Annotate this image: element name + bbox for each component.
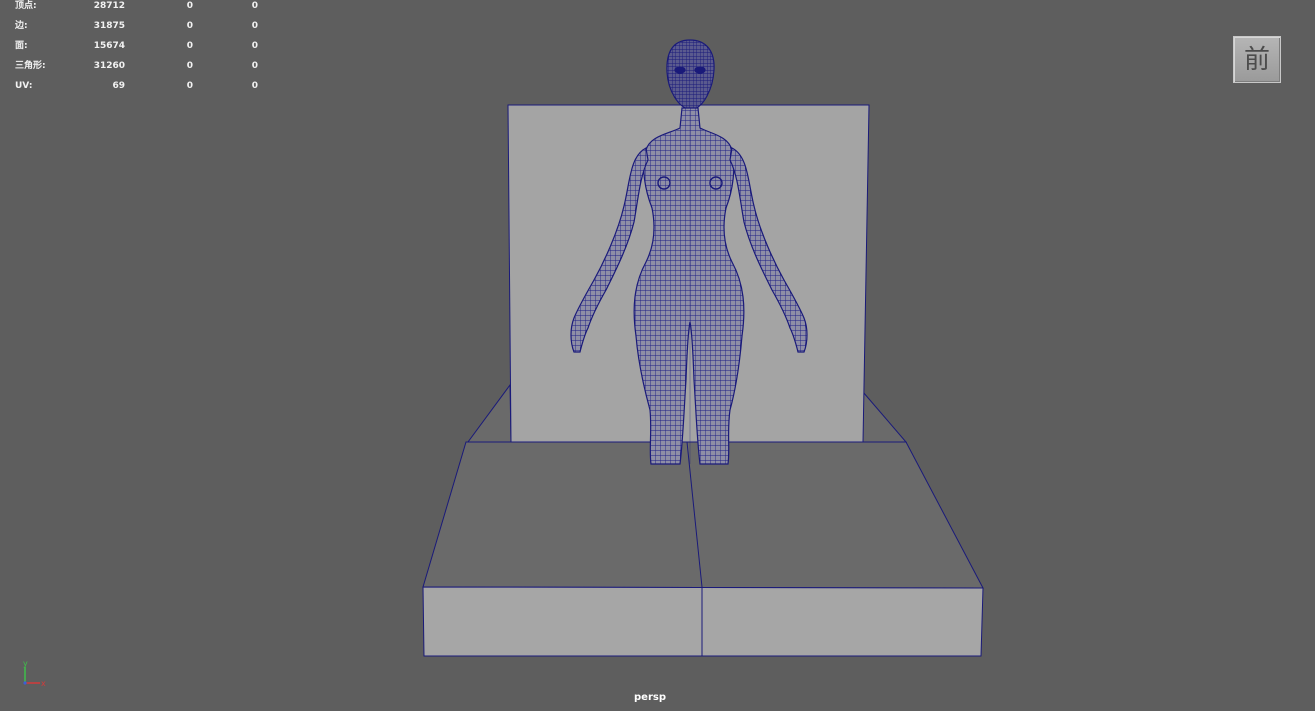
hud-value: 69 bbox=[112, 81, 125, 91]
hud-label: UV: bbox=[15, 81, 33, 91]
hud-label: 面: bbox=[15, 41, 28, 51]
hud-row-edges: 边: 31875 0 0 bbox=[0, 20, 280, 34]
hud-value: 0 bbox=[251, 41, 258, 51]
floor-platform bbox=[422, 441, 984, 657]
hud-value: 0 bbox=[186, 21, 193, 31]
axis-x-label: x bbox=[41, 679, 46, 688]
camera-name-label: persp bbox=[634, 692, 666, 703]
hud-label: 边: bbox=[15, 21, 28, 31]
hud-row-uvs: UV: 69 0 0 bbox=[0, 80, 280, 94]
hud-row-vertices: 顶点: 28712 0 0 bbox=[0, 0, 280, 14]
viewcube-label: 前 bbox=[1243, 44, 1270, 75]
mesh-head bbox=[666, 39, 715, 111]
hud-value: 0 bbox=[186, 81, 193, 91]
viewcube-front-face[interactable]: 前 bbox=[1233, 36, 1281, 83]
hud-value: 31875 bbox=[93, 21, 125, 31]
hud-value: 0 bbox=[251, 61, 258, 71]
scene-render[interactable] bbox=[0, 0, 1315, 711]
hud-value: 15674 bbox=[93, 41, 125, 51]
hud-value: 31260 bbox=[93, 61, 125, 71]
axis-gizmo-icon: y x bbox=[23, 659, 46, 688]
hud-value: 0 bbox=[251, 21, 258, 31]
axis-y-label: y bbox=[23, 659, 28, 668]
hud-value: 0 bbox=[251, 81, 258, 91]
hud-row-triangles: 三角形: 31260 0 0 bbox=[0, 60, 280, 74]
viewport-3d[interactable]: 顶点: 28712 0 0 边: 31875 0 0 面: 15674 0 0 … bbox=[0, 0, 1315, 711]
hud-value: 0 bbox=[251, 1, 258, 11]
hud-row-faces: 面: 15674 0 0 bbox=[0, 40, 280, 54]
poly-count-hud: 顶点: 28712 0 0 边: 31875 0 0 面: 15674 0 0 … bbox=[0, 0, 280, 100]
hud-value: 0 bbox=[186, 61, 193, 71]
hud-label: 顶点: bbox=[15, 1, 37, 11]
hud-value: 28712 bbox=[93, 1, 125, 11]
hud-label: 三角形: bbox=[15, 61, 46, 71]
hud-value: 0 bbox=[186, 41, 193, 51]
hud-value: 0 bbox=[186, 1, 193, 11]
